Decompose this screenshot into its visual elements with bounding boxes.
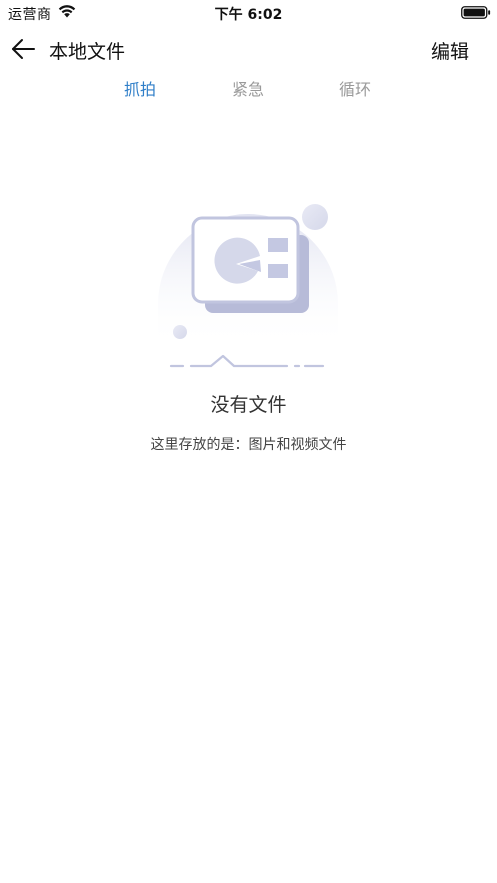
empty-state-title: 没有文件 xyxy=(210,394,287,416)
status-bar: 运营商 下午 6:02 xyxy=(0,0,497,26)
tab-snapshot[interactable]: 抓拍 xyxy=(124,76,156,100)
battery-full-icon xyxy=(461,6,491,19)
empty-files-illustration xyxy=(158,204,338,368)
tab-loop[interactable]: 循环 xyxy=(339,76,371,100)
edit-button[interactable]: 编辑 xyxy=(431,37,469,64)
empty-state-description: 这里存放的是：图片和视频文件 xyxy=(150,437,347,453)
status-time: 下午 6:02 xyxy=(214,7,283,23)
nav-bar: 本地文件 编辑 xyxy=(0,30,497,68)
arrow-left-icon xyxy=(12,39,35,59)
back-button[interactable] xyxy=(8,34,40,64)
tab-emergency[interactable]: 紧急 xyxy=(232,76,264,100)
page-title: 本地文件 xyxy=(49,41,126,63)
tab-bar: 抓拍 紧急 循环 xyxy=(0,76,497,102)
